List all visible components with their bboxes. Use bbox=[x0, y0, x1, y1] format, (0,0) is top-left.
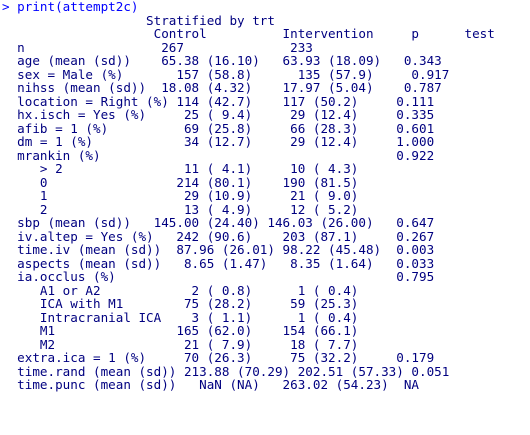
table-row: time.iv (mean (sd)) 87.96 (26.01) 98.22 … bbox=[2, 242, 435, 257]
table-row: sbp (mean (sd)) 145.00 (24.40) 146.03 (2… bbox=[2, 215, 435, 230]
table-row: ICA with M1 75 (28.2) 59 (25.3) bbox=[2, 296, 359, 311]
table-row: > 2 11 ( 4.1) 10 ( 4.3) bbox=[2, 161, 359, 176]
table-header-stratified: Stratified by trt bbox=[2, 12, 275, 28]
table-row: mrankin (%) 0.922 bbox=[2, 147, 435, 163]
r-console-output: > print(attempt2c) Stratified by trt Con… bbox=[2, 0, 528, 435]
table-row: iv.altep = Yes (%) 242 (90.6) 203 (87.1)… bbox=[2, 228, 435, 244]
table-header-columns: Control Intervention p test bbox=[2, 26, 495, 41]
table-row: M2 21 ( 7.9) 18 ( 7.7) bbox=[2, 336, 359, 352]
table-row: Intracranial ICA 3 ( 1.1) 1 ( 0.4) bbox=[2, 309, 359, 325]
table-row: 2 13 ( 4.9) 12 ( 5.2) bbox=[2, 201, 359, 217]
table-row: extra.ica = 1 (%) 70 (26.3) 75 (32.2) 0.… bbox=[2, 350, 435, 365]
table-row: 1 29 (10.9) 21 ( 9.0) bbox=[2, 188, 359, 203]
table-row: time.rand (mean (sd)) 213.88 (70.29) 202… bbox=[2, 363, 450, 379]
table-row: nihss (mean (sd)) 18.08 (4.32) 17.97 (5.… bbox=[2, 80, 442, 95]
table-row: ia.occlus (%) 0.795 bbox=[2, 269, 435, 284]
table-row: age (mean (sd)) 65.38 (16.10) 63.93 (18.… bbox=[2, 53, 442, 68]
table-row: dm = 1 (%) 34 (12.7) 29 (12.4) 1.000 bbox=[2, 134, 435, 149]
console-command: print(attempt2c) bbox=[17, 0, 139, 14]
table-row: sex = Male (%) 157 (58.8) 135 (57.9) 0.9… bbox=[2, 66, 450, 82]
table-row: 0 214 (80.1) 190 (81.5) bbox=[2, 174, 359, 190]
table-row: hx.isch = Yes (%) 25 ( 9.4) 29 (12.4) 0.… bbox=[2, 107, 435, 122]
table-row: time.punc (mean (sd)) NaN (NA) 263.02 (5… bbox=[2, 377, 420, 392]
table-row: aspects (mean (sd)) 8.65 (1.47) 8.35 (1.… bbox=[2, 255, 435, 271]
table-row: A1 or A2 2 ( 0.8) 1 ( 0.4) bbox=[2, 282, 359, 298]
console-prompt: > bbox=[2, 0, 18, 14]
table-row: location = Right (%) 114 (42.7) 117 (50.… bbox=[2, 93, 435, 109]
table-row: n 267 233 bbox=[2, 39, 313, 55]
table-row: M1 165 (62.0) 154 (66.1) bbox=[2, 323, 359, 338]
console-command-line[interactable]: > print(attempt2c) bbox=[2, 0, 528, 14]
table-row: afib = 1 (%) 69 (25.8) 66 (28.3) 0.601 bbox=[2, 120, 435, 136]
